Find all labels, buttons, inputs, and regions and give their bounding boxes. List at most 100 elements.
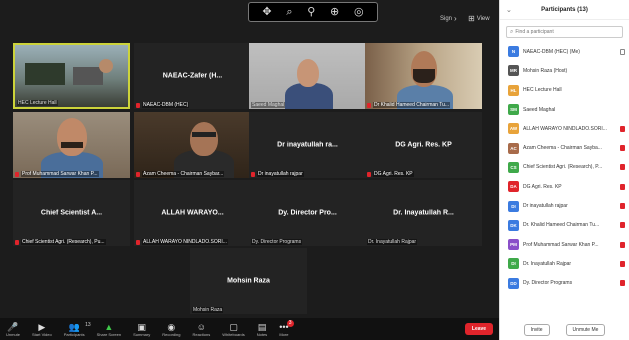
- notes-icon: ▤: [257, 321, 267, 332]
- participant-name: Dr. Khalid Hameed Chairman Tu...: [523, 222, 600, 229]
- participant-row[interactable]: PM Prof Muhammad Sarwar Khan P...: [500, 235, 629, 254]
- participant-tile[interactable]: Chief Scientist A... Chief Scientist Agr…: [13, 180, 130, 246]
- move-icon[interactable]: ✥: [262, 6, 271, 18]
- participant-name: Saeed Maghal: [523, 106, 556, 113]
- add-icon[interactable]: ⊕: [330, 6, 339, 18]
- participant-tile[interactable]: ALLAH WARAYO... ALLAH WARAYO NINDLADO.SO…: [134, 180, 251, 246]
- participant-row[interactable]: DD Dy. Director Programs: [500, 274, 629, 293]
- video-feed: [13, 112, 130, 178]
- participant-row[interactable]: N NAEAC-DBM (HEC) (Me): [500, 42, 629, 61]
- tile-name: DG Agri. Res. KP: [395, 141, 452, 149]
- record-button[interactable]: ◉ Recording: [162, 322, 180, 337]
- participant-tile[interactable]: Mohsin Raza Mohsin Raza: [190, 248, 307, 314]
- share-screen-button[interactable]: ▲ Share Screen: [97, 322, 121, 337]
- participant-tile[interactable]: Dr Khalid Hameed Chairman Tu...: [365, 43, 482, 109]
- annotate-icon[interactable]: ⚲: [307, 6, 315, 18]
- participant-list: N NAEAC-DBM (HEC) (Me) MR Mohsin Raza (H…: [500, 42, 629, 293]
- avatar: DD: [508, 277, 519, 289]
- video-gallery: ✥ ⌕ ⚲ ⊕ ◎ Sign › ⊞ View HEC Lecture Hall: [0, 0, 499, 318]
- chevron-down-icon[interactable]: ⌄: [506, 6, 512, 14]
- participants-icon: 👥: [68, 321, 80, 332]
- whiteboards-button[interactable]: ▢ Whiteboards: [222, 322, 244, 337]
- participant-row[interactable]: SM Saeed Maghal: [500, 100, 629, 119]
- mic-muted-icon: [136, 102, 140, 108]
- participant-name: HEC Lecture Hall: [523, 87, 562, 94]
- participant-row[interactable]: AW ALLAH WARAYO NINDLADO.SORI...: [500, 119, 629, 138]
- mic-muted-icon: [620, 145, 625, 152]
- more-button[interactable]: ••• 3 More: [279, 319, 294, 337]
- mic-muted-icon: [620, 280, 625, 287]
- tile-label: Prof Muhammad Sarwar Khan P...: [15, 171, 128, 177]
- avatar: CS: [508, 161, 519, 173]
- tile-name: Mohsin Raza: [227, 277, 270, 285]
- unmute-me-button[interactable]: Unmute Me: [565, 324, 606, 336]
- participants-panel: ⌄ Participants (13) ⌕ N NAEAC-DBM (HEC) …: [499, 0, 629, 340]
- participant-tile[interactable]: Saeed Maghal: [249, 43, 366, 109]
- avatar: PM: [508, 239, 519, 251]
- zoom-meeting-window: ✥ ⌕ ⚲ ⊕ ◎ Sign › ⊞ View HEC Lecture Hall: [0, 0, 629, 340]
- avatar: SM: [508, 104, 519, 116]
- participant-tile[interactable]: HEC Lecture Hall: [13, 43, 130, 109]
- participant-tile[interactable]: DG Agri. Res. KP DG Agri. Res. KP: [365, 112, 482, 178]
- view-button[interactable]: ⊞ View: [468, 14, 490, 23]
- participant-row[interactable]: DI Dr inayatullah rajpar: [500, 196, 629, 215]
- tile-label: NAEAC-DBM (HEC): [136, 102, 249, 108]
- participant-row[interactable]: DI Dr. Inayatullah Rajpar: [500, 254, 629, 273]
- leave-button[interactable]: Leave: [465, 323, 493, 335]
- mic-muted-icon: [136, 171, 140, 177]
- participant-tile[interactable]: Azam Cheema - Chairman Saybar...: [134, 112, 251, 178]
- participant-tile[interactable]: NAEAC-Zafer (H... NAEAC-DBM (HEC): [134, 43, 251, 109]
- participant-tile[interactable]: Dr. Inayatullah R... Dr. Inayatullah Raj…: [365, 180, 482, 246]
- participants-button[interactable]: 👥 13 Participants: [64, 321, 91, 337]
- microphone-icon: [620, 48, 625, 55]
- participant-row[interactable]: CS Chief Scientist Agri. (Research), P..…: [500, 158, 629, 177]
- toolbar-label: Unmute: [6, 331, 21, 337]
- start-video-button[interactable]: ▶ Start Video: [32, 322, 52, 337]
- participant-name: Azam Cheema - Chairman Sayba...: [523, 145, 602, 152]
- tile-name: ALLAH WARAYO...: [161, 209, 224, 217]
- participant-row[interactable]: MR Mohsin Raza (Host): [500, 61, 629, 80]
- mic-muted-icon: [620, 222, 625, 229]
- toolbar-label: Notes: [256, 331, 268, 337]
- toolbar-label: More: [279, 331, 289, 337]
- tile-label: HEC Lecture Hall: [17, 100, 58, 106]
- toolbar-label: Whiteboards: [222, 331, 245, 337]
- participant-tile[interactable]: Dr inayatullah ra... Dr inayatullah rajp…: [249, 112, 366, 178]
- participant-search[interactable]: ⌕: [506, 26, 623, 38]
- sign-control[interactable]: Sign ›: [440, 14, 457, 23]
- participant-name: Dr inayatullah rajpar: [523, 203, 568, 210]
- participant-row[interactable]: DA DG Agri. Res. KP: [500, 177, 629, 196]
- pointer-icon[interactable]: ⌕: [286, 6, 292, 18]
- participant-name: DG Agri. Res. KP: [523, 183, 562, 190]
- participant-tile[interactable]: Dy. Director Pro... Dy. Director Program…: [249, 180, 366, 246]
- reactions-button[interactable]: ☺ Reactions: [192, 322, 210, 337]
- invite-button[interactable]: Invite: [523, 324, 550, 336]
- tile-name: Dr inayatullah ra...: [277, 141, 338, 149]
- participant-row[interactable]: HL HEC Lecture Hall: [500, 81, 629, 100]
- summary-button[interactable]: ▣ Summary: [133, 322, 150, 337]
- participant-row[interactable]: DK Dr. Khalid Hameed Chairman Tu...: [500, 216, 629, 235]
- participant-row[interactable]: AC Azam Cheema - Chairman Sayba...: [500, 138, 629, 157]
- summary-icon: ▣: [137, 321, 146, 332]
- whiteboard-icon: ▢: [229, 321, 238, 332]
- mic-muted-icon: [620, 164, 625, 171]
- notes-button[interactable]: ▤ Notes: [257, 322, 267, 337]
- mic-muted-icon: [620, 260, 625, 267]
- toolbar-label: Summary: [133, 331, 151, 337]
- participant-tile[interactable]: Prof Muhammad Sarwar Khan P...: [13, 112, 130, 178]
- video-feed: [249, 43, 366, 109]
- record-icon[interactable]: ◎: [354, 6, 364, 18]
- view-label: View: [476, 15, 490, 22]
- avatar: DA: [508, 181, 519, 193]
- participant-name: ALLAH WARAYO NINDLADO.SORI...: [523, 125, 607, 132]
- tile-label: Azam Cheema - Chairman Saybar...: [136, 171, 249, 177]
- participant-name: Chief Scientist Agri. (Research), P...: [523, 164, 603, 171]
- mic-muted-icon: [367, 171, 371, 177]
- mic-muted-icon: [15, 171, 19, 177]
- avatar: HL: [508, 84, 519, 96]
- avatar: DI: [508, 258, 519, 270]
- search-input[interactable]: [515, 29, 619, 35]
- participant-name: Prof Muhammad Sarwar Khan P...: [523, 241, 599, 248]
- unmute-button[interactable]: 🎤 Unmute: [6, 322, 20, 337]
- mic-muted-icon: [15, 239, 19, 245]
